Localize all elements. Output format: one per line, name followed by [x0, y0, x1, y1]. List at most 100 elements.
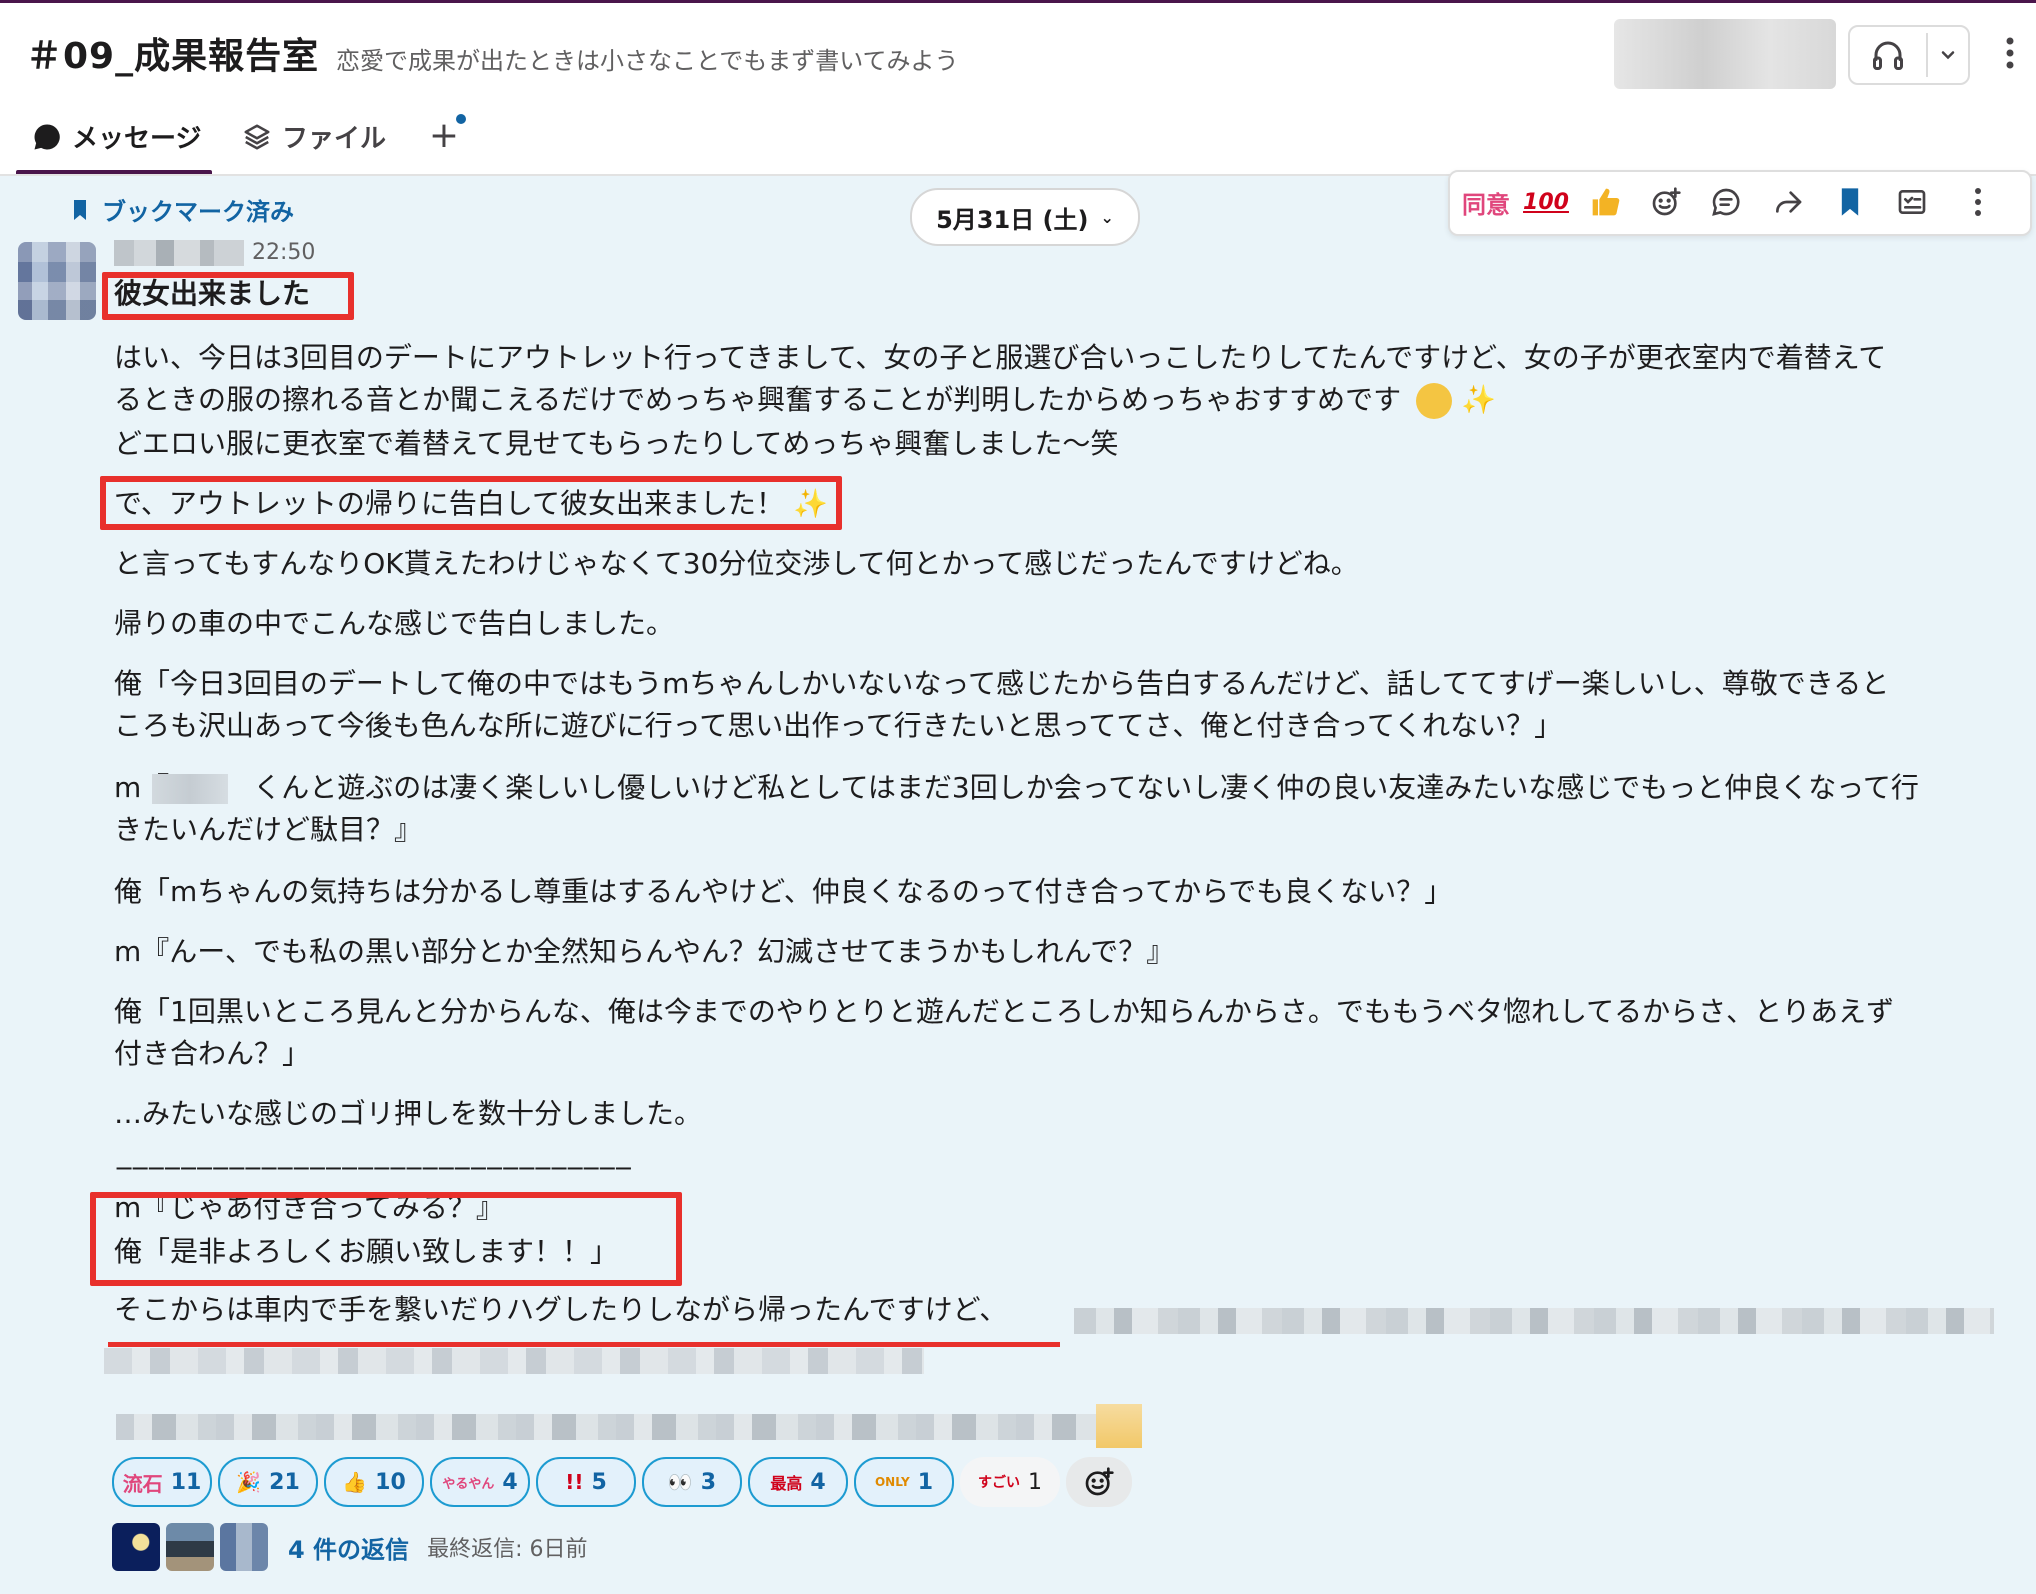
bookmark-icon: [74, 199, 86, 220]
add-reaction-icon: [1085, 1467, 1114, 1496]
reaction-chip[interactable]: 最高 4: [748, 1457, 848, 1507]
reaction-chip[interactable]: !! 5: [536, 1457, 636, 1507]
more-actions-icon[interactable]: [1952, 178, 2004, 226]
avatar: [166, 1523, 214, 1571]
highlight-box: [100, 476, 842, 530]
thumbs-up-icon: 👍: [342, 1470, 368, 1494]
tab-messages[interactable]: メッセージ: [32, 118, 201, 155]
channel-tabs: メッセージ ファイル +: [0, 108, 2036, 178]
reaction-emoji-only: ONLY: [874, 1475, 910, 1489]
hundred-points-icon[interactable]: 100: [1520, 178, 1572, 226]
channel-description: 恋愛で成果が出たときは小さなことでもまず書いてみよう: [336, 47, 959, 75]
date-label: 5月31日 (土): [936, 205, 1089, 234]
reaction-count: 1: [917, 1469, 934, 1495]
reaction-count: 10: [375, 1469, 406, 1495]
blurred-sender-name[interactable]: [114, 240, 244, 266]
reaction-emoji-sugoi: すごい: [978, 1475, 1020, 1491]
reaction-count: 4: [502, 1469, 518, 1495]
reaction-count: 3: [700, 1469, 717, 1495]
highlight-underline: [108, 1342, 1060, 1347]
message-line: 俺「mちゃんの気持ちは分かるし尊重はするんやけど、仲良くなるのって付き合ってから…: [114, 875, 1453, 908]
tab-files[interactable]: ファイル: [242, 118, 386, 155]
reaction-count: 11: [170, 1469, 202, 1495]
message-line: 俺「今日3回目のデートして俺の中ではもうmちゃんしかいないなって感じたから告白す…: [114, 667, 1890, 700]
bookmark-label: ブックマーク済み: [102, 198, 294, 226]
message-line: 付き合わん？」: [114, 1037, 311, 1070]
add-tab-button[interactable]: +: [424, 114, 466, 156]
add-reaction-button[interactable]: [1066, 1457, 1132, 1507]
message-line: るときの服の擦れる音とか聞こえるだけでめっちゃ興奮することが判明したからめっちゃ…: [114, 378, 1496, 422]
party-popper-icon: 🎉: [236, 1470, 262, 1494]
bookmark-indicator: ブックマーク済み: [72, 192, 294, 227]
reaction-chip[interactable]: すごい 1: [960, 1457, 1060, 1507]
message-actions-toolbar: 同意 100: [1448, 170, 2032, 236]
chevron-down-icon[interactable]: [1930, 27, 1966, 83]
message-line: そこからは車内で手を繋いだりハグしたりしながら帰ったんですけど、: [114, 1293, 1008, 1326]
channel-header: ＃09_成果報告室 恋愛で成果が出たときは小さなことでもまず書いてみよう メッセ…: [0, 3, 2036, 175]
forward-icon[interactable]: [1762, 178, 1814, 226]
avatar[interactable]: [18, 242, 96, 320]
reaction-count: 5: [591, 1469, 607, 1495]
agree-reaction-icon[interactable]: 同意: [1460, 178, 1512, 226]
hundred-points-label: 100: [1523, 189, 1569, 215]
reply-count[interactable]: 4 件の返信: [288, 1530, 409, 1565]
date-divider-pill[interactable]: 5月31日 (土) ⌄: [910, 188, 1140, 246]
reaction-chip[interactable]: 🎉 21: [218, 1457, 318, 1507]
highlight-box: [90, 1192, 682, 1286]
thread-summary[interactable]: 4 件の返信 最終返信: 6日前: [112, 1521, 587, 1573]
add-reaction-icon[interactable]: [1640, 178, 1692, 226]
message-line: m『んー、でも私の黒い部分とか全然知らんやん？幻滅させてまうかもしれんで？』: [114, 935, 1175, 968]
blurred-emoji: [1096, 1404, 1142, 1448]
headphones-icon[interactable]: [1850, 27, 1926, 83]
message-line: きたいんだけど駄目？』: [114, 813, 423, 846]
channel-more-icon[interactable]: [1996, 31, 2024, 75]
huddle-separator: [1926, 33, 1928, 77]
reaction-count: 1: [1028, 1469, 1042, 1495]
eyes-icon: 👀: [667, 1470, 693, 1494]
reaction-emoji-sasuga: 流石: [122, 1471, 163, 1496]
message-timestamp[interactable]: 22:50: [252, 240, 315, 265]
save-for-later-icon[interactable]: [1886, 178, 1938, 226]
reply-in-thread-icon[interactable]: [1700, 178, 1752, 226]
tab-messages-label: メッセージ: [72, 124, 202, 154]
chevron-down-icon: ⌄: [1100, 207, 1114, 227]
bookmark-icon[interactable]: [1824, 178, 1876, 226]
tab-files-label: ファイル: [282, 124, 387, 154]
message-bubble-icon: [34, 123, 60, 149]
reaction-emoji-saikou: 最高: [770, 1474, 803, 1493]
double-exclamation-icon: !!: [565, 1470, 584, 1494]
layers-icon: [244, 124, 270, 149]
blurred-name: [152, 774, 228, 804]
blurred-text: [104, 1348, 924, 1374]
avatar: [112, 1523, 160, 1571]
reaction-chip[interactable]: 流石 11: [112, 1457, 212, 1507]
reaction-count: 21: [269, 1469, 300, 1495]
reaction-chip[interactable]: 👍 10: [324, 1457, 424, 1507]
channel-name[interactable]: ＃09_成果報告室: [26, 27, 319, 79]
blurred-text: [116, 1414, 1096, 1440]
reaction-chip[interactable]: 👀 3: [642, 1457, 742, 1507]
message-line: …みたいな感じのゴリ押しを数十分しました。: [114, 1097, 703, 1130]
message-area: ブックマーク済み 5月31日 (土) ⌄ 同意 100 22:50 彼女出来まし…: [0, 170, 2036, 1594]
reaction-count: 4: [810, 1469, 826, 1495]
blurred-text: [1074, 1308, 1994, 1334]
message-line-text: るときの服の擦れる音とか聞こえるだけでめっちゃ興奮することが判明したからめっちゃ…: [114, 383, 1402, 416]
message-line: ころも沢山あって今後も色んな所に遊びに行って思い出作って行きたいと思っててさ、俺…: [114, 709, 1563, 742]
reaction-emoji-yaruyan: やるやん: [442, 1476, 495, 1492]
message-line: 帰りの車の中でこんな感じで告白しました。: [114, 607, 675, 640]
message-divider-line: −−−−−−−−−−−−−−−−−−−−−−−−−−−−−−−−: [114, 1154, 633, 1182]
blurred-member-avatars[interactable]: [1614, 19, 1836, 89]
reaction-chip[interactable]: ONLY 1: [854, 1457, 954, 1507]
message-line: 俺「1回黒いところ見んと分からんな、俺は今までのやりとりと遊んだところしか知らん…: [114, 995, 1895, 1028]
thumbs-up-icon[interactable]: [1580, 178, 1632, 226]
last-reply-time: 最終返信: 6日前: [427, 1537, 588, 1562]
reaction-chip[interactable]: やるやん 4: [430, 1457, 530, 1507]
huddle-button[interactable]: [1848, 25, 1970, 85]
highlight-box: [102, 272, 354, 320]
message-line: どエロい服に更衣室で着替えて見せてもらったりしてめっちゃ興奮しました〜笑: [114, 427, 1119, 460]
avatar: [220, 1523, 268, 1571]
sparkles-icon: ✨: [1460, 383, 1496, 416]
message-line: と言ってもすんなりOK貰えたわけじゃなくて30分位交渉して何とかって感じだったん…: [114, 547, 1359, 580]
message-line: はい、今日は3回目のデートにアウトレット行ってきまして、女の子と服選び合いっこし…: [114, 341, 1887, 374]
agree-reaction-label: 同意: [1462, 190, 1510, 219]
